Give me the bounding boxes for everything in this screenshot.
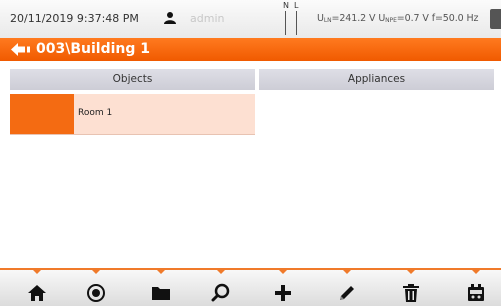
measurement-readout: ULN=241.2 V UNPE=0.7 V f=50.0 Hz bbox=[317, 13, 479, 24]
user-name: admin bbox=[190, 12, 225, 25]
object-swatch bbox=[10, 94, 74, 134]
meter-icon bbox=[468, 284, 484, 301]
battery-icon bbox=[490, 9, 501, 29]
folder-button[interactable] bbox=[141, 268, 181, 306]
status-bar: 20/11/2019 9:37:48 PM admin N L ULN=241.… bbox=[0, 0, 501, 39]
search-icon bbox=[211, 283, 230, 302]
record-button[interactable] bbox=[76, 268, 116, 306]
record-icon bbox=[87, 284, 105, 302]
page-title: 003\Building 1 bbox=[36, 41, 150, 57]
phase-n-label: N bbox=[283, 1, 289, 10]
delete-button[interactable] bbox=[391, 268, 431, 306]
unpe-value: =0.7 V bbox=[396, 13, 429, 24]
phase-indicator: N L bbox=[281, 1, 307, 37]
user-icon bbox=[164, 12, 176, 24]
home-button[interactable] bbox=[17, 268, 57, 306]
tab-objects[interactable]: Objects bbox=[10, 69, 255, 90]
datetime: 20/11/2019 9:37:48 PM bbox=[10, 12, 139, 25]
list-item[interactable]: Room 1 bbox=[10, 94, 255, 135]
home-icon bbox=[28, 285, 46, 301]
frequency-value: f=50.0 Hz bbox=[431, 13, 479, 24]
uln-label: U bbox=[317, 13, 324, 24]
phase-l-label: L bbox=[294, 1, 299, 10]
folder-icon bbox=[152, 287, 170, 300]
edit-icon bbox=[340, 286, 354, 300]
title-bar: 003\Building 1 bbox=[0, 38, 501, 61]
add-icon bbox=[275, 285, 291, 301]
back-arrow-icon[interactable] bbox=[10, 42, 32, 57]
add-button[interactable] bbox=[263, 268, 303, 306]
delete-icon bbox=[403, 284, 419, 302]
unpe-sub: NPE bbox=[385, 17, 397, 24]
uln-sub: LN bbox=[323, 17, 332, 24]
tab-appliances[interactable]: Appliances bbox=[259, 69, 494, 90]
edit-button[interactable] bbox=[327, 268, 367, 306]
bottom-toolbar bbox=[0, 268, 501, 306]
search-button[interactable] bbox=[201, 268, 241, 306]
meter-button[interactable] bbox=[456, 268, 496, 306]
object-label: Room 1 bbox=[78, 108, 113, 118]
uln-value: =241.2 V bbox=[331, 13, 376, 24]
